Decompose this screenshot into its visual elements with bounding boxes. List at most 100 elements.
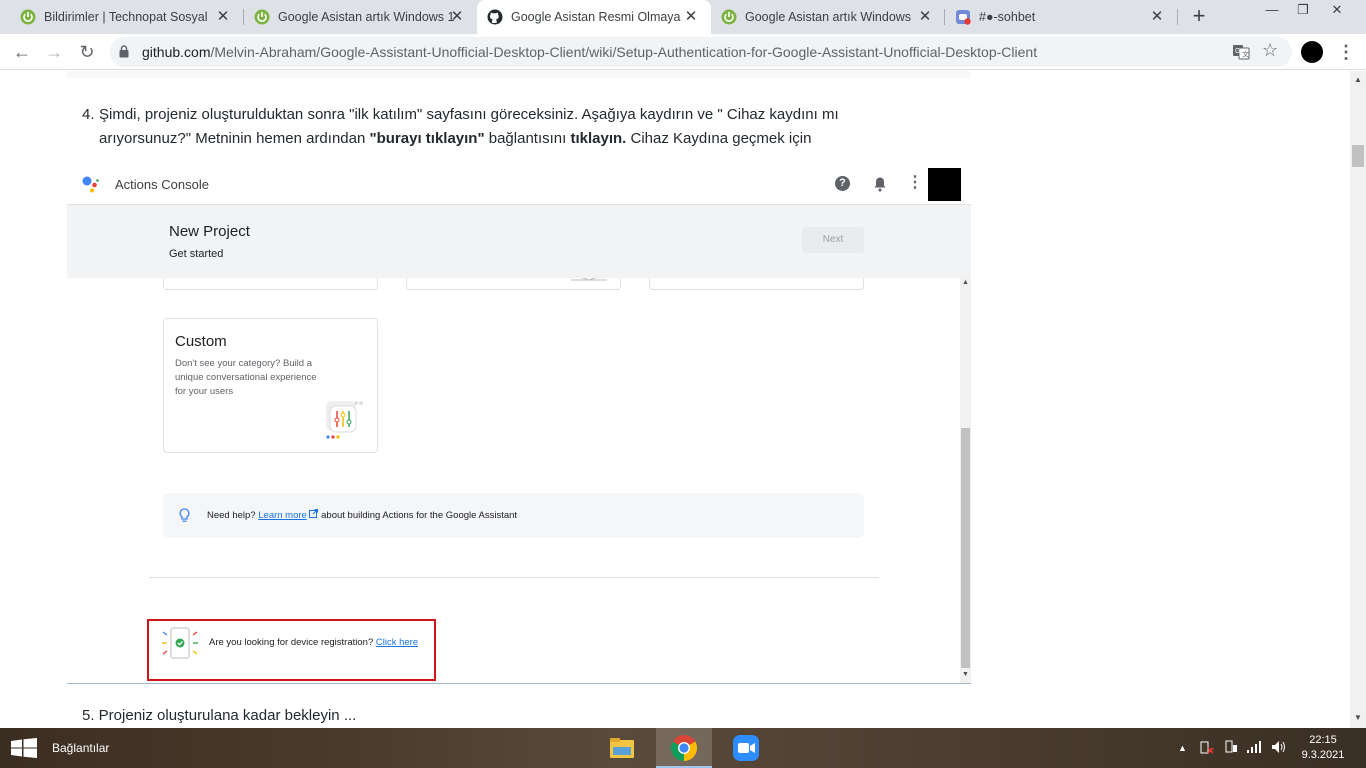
- step-4-text: Şimdi, projeniz oluşturulduktan sonra "i…: [82, 103, 912, 151]
- clock-time: 22:15: [1309, 734, 1337, 746]
- scrollbar-thumb: [961, 428, 970, 668]
- maximize-button[interactable]: ❐: [1288, 0, 1318, 20]
- browser-menu-icon[interactable]: ⋮: [1337, 40, 1355, 64]
- help-icon: ?: [835, 176, 850, 191]
- step-4-bold-link: "burayı tıklayın": [369, 130, 485, 147]
- tab-title: Google Asistan Resmi Olmayan: [511, 10, 681, 24]
- windows-taskbar: Bağlantılar ▲ 22:15 9.3.2021: [0, 728, 1366, 768]
- address-bar[interactable]: github.com/Melvin-Abraham/Google-Assista…: [110, 37, 1292, 67]
- learn-more-link: Learn more: [258, 510, 307, 521]
- signal-icon[interactable]: [1246, 740, 1262, 757]
- device-icon[interactable]: [1224, 740, 1238, 757]
- custom-category-card: Custom Don't see your category? Build a …: [163, 318, 378, 453]
- new-project-header: New Project Get started Next: [67, 204, 971, 278]
- custom-card-description: Don't see your category? Build a unique …: [175, 358, 317, 397]
- svg-text:G: G: [1235, 48, 1240, 55]
- page-scrollbar[interactable]: ▲ ▼: [1350, 71, 1366, 728]
- help-suffix: about building Actions for the Google As…: [321, 510, 518, 521]
- zoom-icon: [733, 735, 759, 761]
- step-4-text-part: bağlantısını: [484, 130, 571, 147]
- scrollbar-thumb[interactable]: [1352, 145, 1364, 167]
- category-card-partial: [649, 278, 864, 290]
- lock-icon: [119, 45, 129, 58]
- close-icon[interactable]: ✕: [683, 9, 699, 25]
- bookmark-star-icon[interactable]: ☆: [1262, 40, 1278, 61]
- highlight-box: [147, 619, 436, 681]
- power-icon: [721, 9, 737, 25]
- power-icon: [20, 9, 36, 25]
- scroll-down-arrow-icon: ▼: [962, 671, 969, 678]
- github-icon: [487, 9, 503, 25]
- card-illustration-icon: [571, 278, 607, 281]
- new-project-title: New Project: [169, 223, 250, 240]
- translate-icon[interactable]: G文: [1232, 43, 1250, 61]
- close-icon[interactable]: ✕: [215, 9, 231, 25]
- step-5-paragraph: 5. Projeniz oluşturulana kadar bekleyin …: [82, 707, 357, 724]
- windows-start-icon[interactable]: [11, 738, 37, 758]
- clock-date: 9.3.2021: [1301, 749, 1345, 761]
- forward-button[interactable]: →: [42, 40, 66, 64]
- card-illustration-icon: [326, 278, 362, 280]
- back-button[interactable]: ←: [10, 40, 34, 64]
- url-text[interactable]: github.com/Melvin-Abraham/Google-Assista…: [142, 44, 1037, 60]
- reload-button[interactable]: ↻: [75, 40, 99, 64]
- custom-sliders-icon: [326, 401, 363, 439]
- previous-code-block: [67, 71, 970, 78]
- close-icon[interactable]: ✕: [1149, 9, 1165, 25]
- url-host: github.com: [142, 44, 211, 60]
- chrome-icon: [670, 735, 698, 762]
- google-assistant-logo-icon: [82, 176, 99, 193]
- help-prefix: Need help?: [207, 510, 256, 521]
- discord-icon: [956, 10, 971, 25]
- page-content: 4. Şimdi, projeniz oluşturulduktan sonra…: [0, 71, 1350, 728]
- tab-google-asistan-2[interactable]: Google Asistan artık Windows 1 ✕: [711, 0, 945, 34]
- screenshot-bottom-border: [67, 683, 971, 684]
- url-path: /Melvin-Abraham/Google-Assistant-Unoffic…: [210, 44, 1038, 60]
- more-vert-icon: ⋮: [907, 174, 923, 191]
- help-bar: Need help? Learn more about building Act…: [163, 493, 864, 538]
- step-number: 4.: [82, 106, 95, 123]
- card-illustration-icon: [808, 278, 838, 282]
- battery-alert-icon[interactable]: [1200, 740, 1214, 757]
- step-4-text-part: Cihaz Kaydına geçmek için: [626, 130, 812, 147]
- actions-console-header: Actions Console ? ⋮: [67, 164, 971, 204]
- category-card-partial: [163, 278, 378, 290]
- custom-card-title: Custom: [175, 333, 227, 350]
- actions-console-screenshot: Actions Console ? ⋮ New Project Get star…: [67, 164, 971, 684]
- volume-icon[interactable]: [1271, 740, 1287, 757]
- close-icon[interactable]: ✕: [449, 9, 465, 25]
- open-in-new-icon: [309, 509, 319, 518]
- scroll-up-arrow-icon[interactable]: ▲: [1354, 75, 1362, 84]
- taskbar-chrome[interactable]: [656, 728, 712, 768]
- tab-strip: Bildirimler | Technopat Sosyal ✕ Google …: [0, 0, 1366, 34]
- file-explorer-icon: [610, 738, 634, 758]
- taskbar-file-explorer[interactable]: [594, 728, 650, 768]
- svg-text:文: 文: [1242, 50, 1249, 59]
- tab-technopat-notifications[interactable]: Bildirimler | Technopat Sosyal ✕: [0, 0, 243, 34]
- screenshot-scrollbar: ▲ ▼: [960, 278, 971, 684]
- power-icon: [254, 9, 270, 25]
- new-tab-button[interactable]: +: [1188, 5, 1210, 28]
- scroll-down-arrow-icon[interactable]: ▼: [1354, 713, 1362, 722]
- tray-chevron-up-icon[interactable]: ▲: [1178, 743, 1187, 753]
- system-clock[interactable]: 22:15 9.3.2021: [1298, 733, 1348, 763]
- connections-label[interactable]: Bağlantılar: [52, 741, 109, 755]
- window-close-button[interactable]: ✕: [1322, 0, 1352, 20]
- step-4-bold-click: tıklayın.: [570, 130, 627, 147]
- help-text: Need help? Learn more about building Act…: [207, 509, 517, 521]
- tab-github-active[interactable]: Google Asistan Resmi Olmayan ✕: [477, 0, 711, 34]
- category-card-partial: [406, 278, 621, 290]
- lightbulb-icon: [179, 508, 190, 522]
- taskbar-zoom[interactable]: [718, 728, 774, 768]
- tab-google-asistan-1[interactable]: Google Asistan artık Windows 1 ✕: [234, 0, 477, 34]
- minimize-button[interactable]: —: [1257, 0, 1287, 20]
- tab-separator: [1177, 9, 1178, 25]
- bell-icon: [874, 177, 886, 192]
- step-4-paragraph: 4. Şimdi, projeniz oluşturulduktan sonra…: [82, 103, 912, 151]
- browser-toolbar: ← → ↻ github.com/Melvin-Abraham/Google-A…: [0, 34, 1366, 70]
- scroll-up-arrow-icon: ▲: [962, 279, 969, 286]
- close-icon[interactable]: ✕: [917, 9, 933, 25]
- tab-title: Google Asistan artık Windows 1: [278, 10, 454, 24]
- tab-discord-sohbet[interactable]: #●-sohbet ✕: [945, 0, 1177, 34]
- profile-avatar[interactable]: [1301, 41, 1323, 63]
